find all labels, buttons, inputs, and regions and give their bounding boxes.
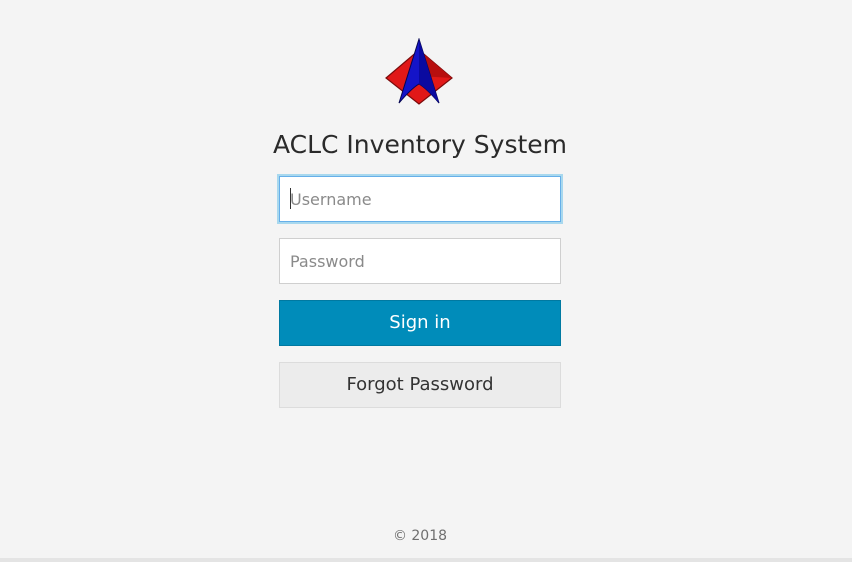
forgot-password-button[interactable]: Forgot Password [279,362,561,408]
password-input[interactable] [279,238,561,284]
aclc-logo-icon [385,38,453,105]
login-page: ACLC Inventory System Sign in Forgot Pas… [0,0,852,562]
username-input[interactable] [279,176,561,222]
copyright-text: © 2018 [392,528,448,544]
horizontal-scrollbar[interactable] [0,558,852,562]
sign-in-button[interactable]: Sign in [279,300,561,346]
text-caret [290,188,291,209]
page-title: ACLC Inventory System [272,130,568,159]
